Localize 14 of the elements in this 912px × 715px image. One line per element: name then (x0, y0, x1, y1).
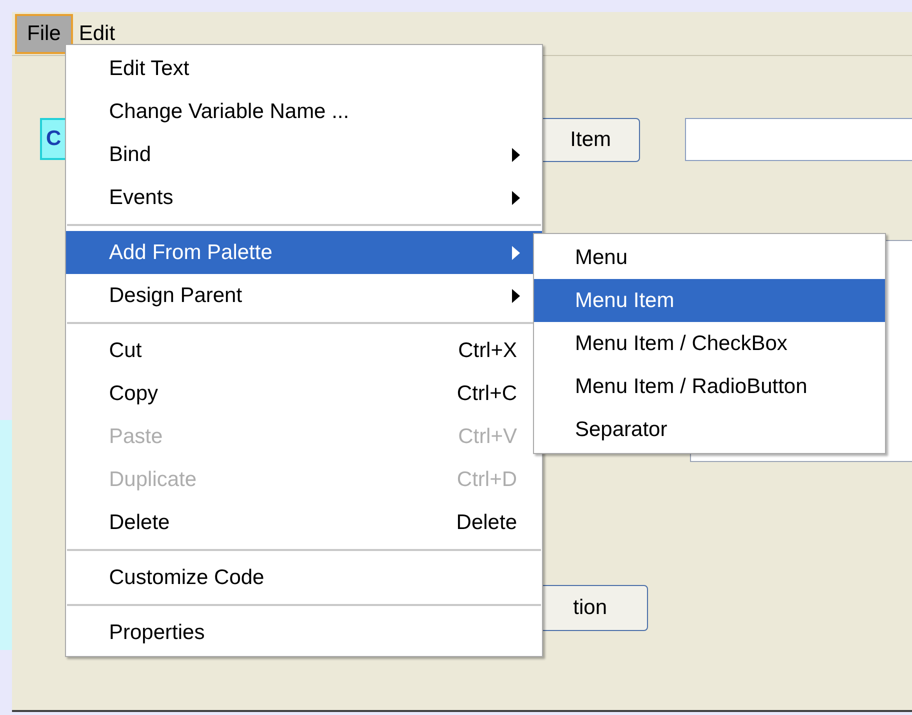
menu-item[interactable]: Events (66, 176, 542, 219)
shortcut-label: Ctrl+C (456, 380, 518, 407)
text-field[interactable] (685, 118, 912, 161)
shortcut-label: Ctrl+X (458, 338, 518, 364)
shortcut-label: Delete (456, 510, 518, 536)
shortcut-label: Ctrl+D (456, 466, 518, 493)
menu-item[interactable]: Menu Item / CheckBox (534, 322, 885, 365)
menu-item[interactable]: Delete Delete (66, 501, 542, 544)
shortcut-label: Ctrl+V (458, 424, 518, 450)
menu-item[interactable]: Menu Item (534, 279, 885, 322)
menu-item[interactable]: Add From Palette (66, 231, 542, 274)
menu-item[interactable]: Separator (534, 408, 885, 451)
menu-title[interactable]: File (15, 14, 73, 54)
menu-item[interactable]: Menu Item / RadioButton (534, 365, 885, 408)
